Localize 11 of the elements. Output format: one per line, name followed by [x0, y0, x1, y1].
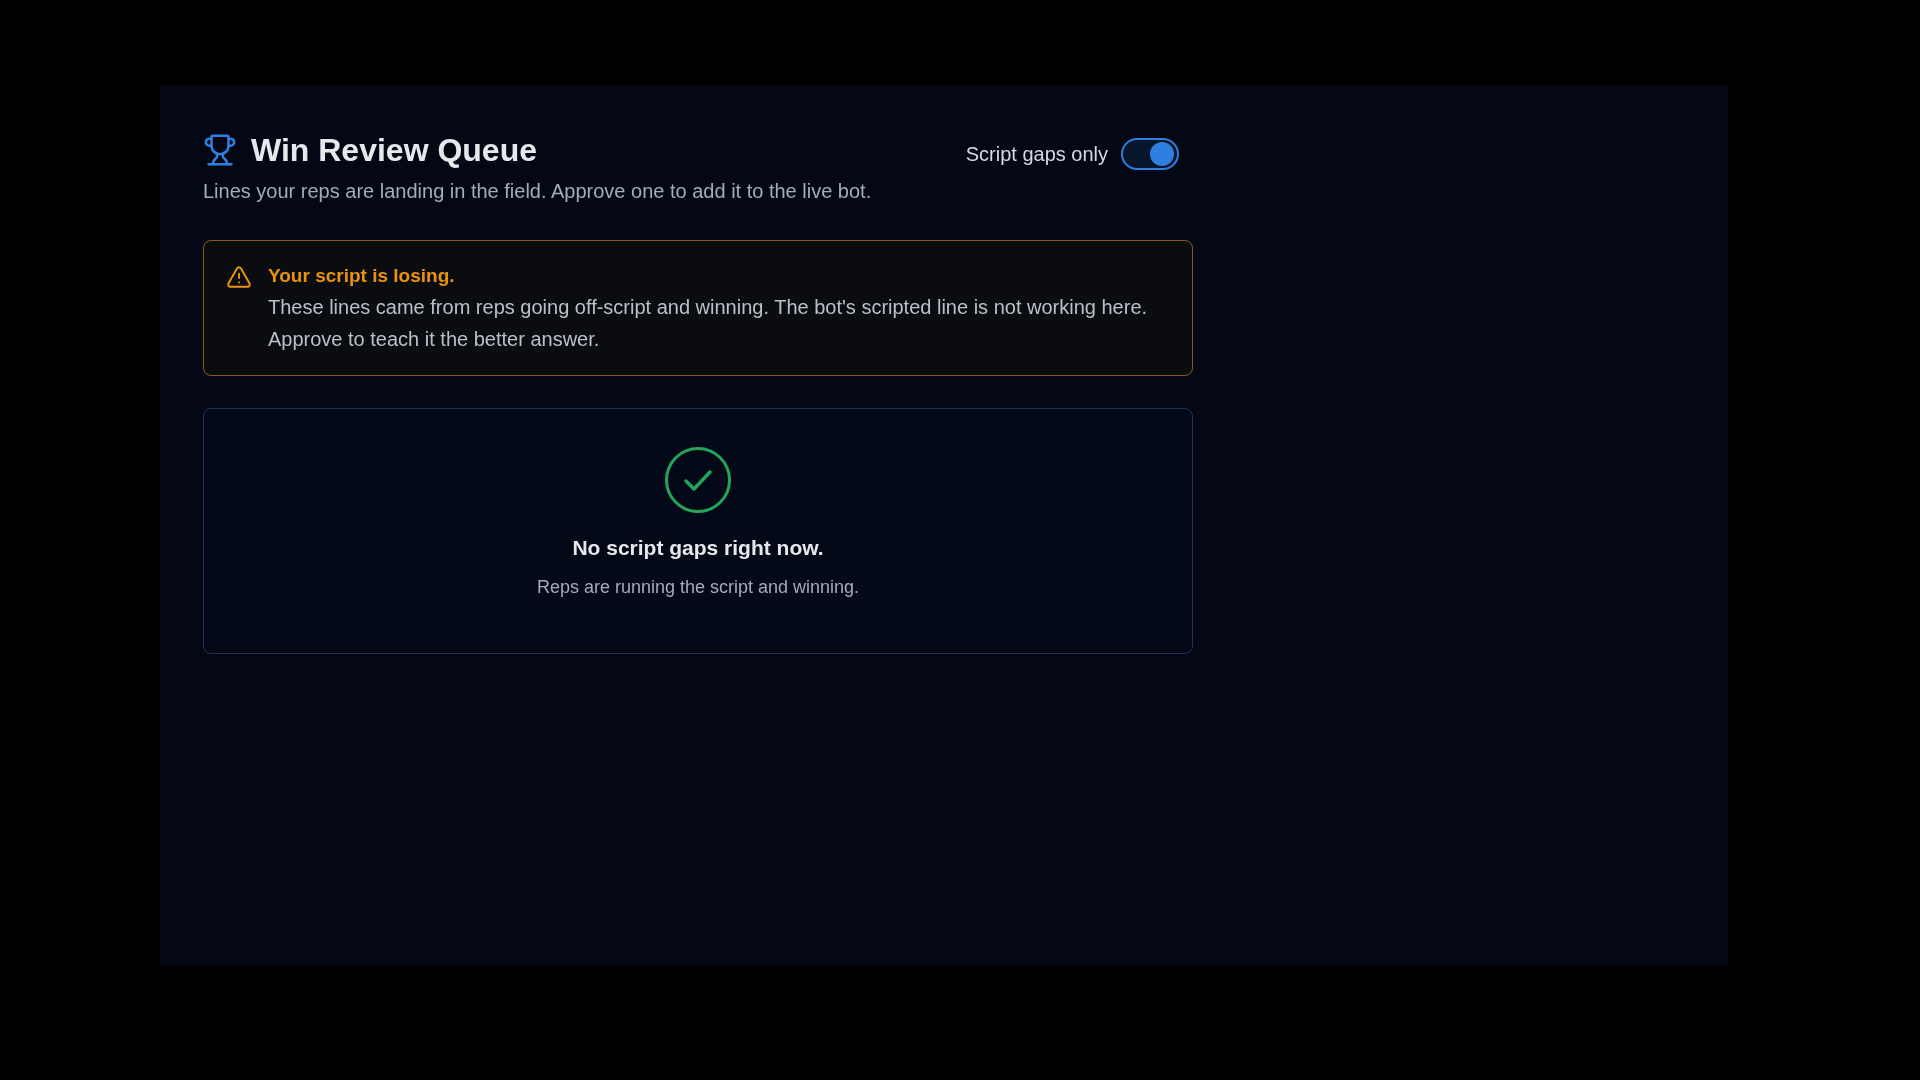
page-title: Win Review Queue [251, 131, 537, 170]
banner-title: Your script is losing. [268, 264, 456, 288]
toggle-switch[interactable] [1121, 138, 1179, 170]
check-circle-icon [665, 447, 731, 513]
page-subtitle: Lines your reps are landing in the field. Approve one to add it to the live bot. [203, 179, 872, 204]
empty-state-message: Reps are running the script and winning. [536, 576, 860, 599]
warning-icon [226, 264, 252, 290]
trophy-icon [203, 132, 237, 168]
empty-state-title: No script gaps right now. [572, 535, 824, 561]
banner-message: These lines came from reps going off-script and winning. The bot's scripted line is not working here. Approve to teach it the better answer. [268, 295, 1149, 352]
toggle-label: Script gaps only [965, 142, 1108, 167]
